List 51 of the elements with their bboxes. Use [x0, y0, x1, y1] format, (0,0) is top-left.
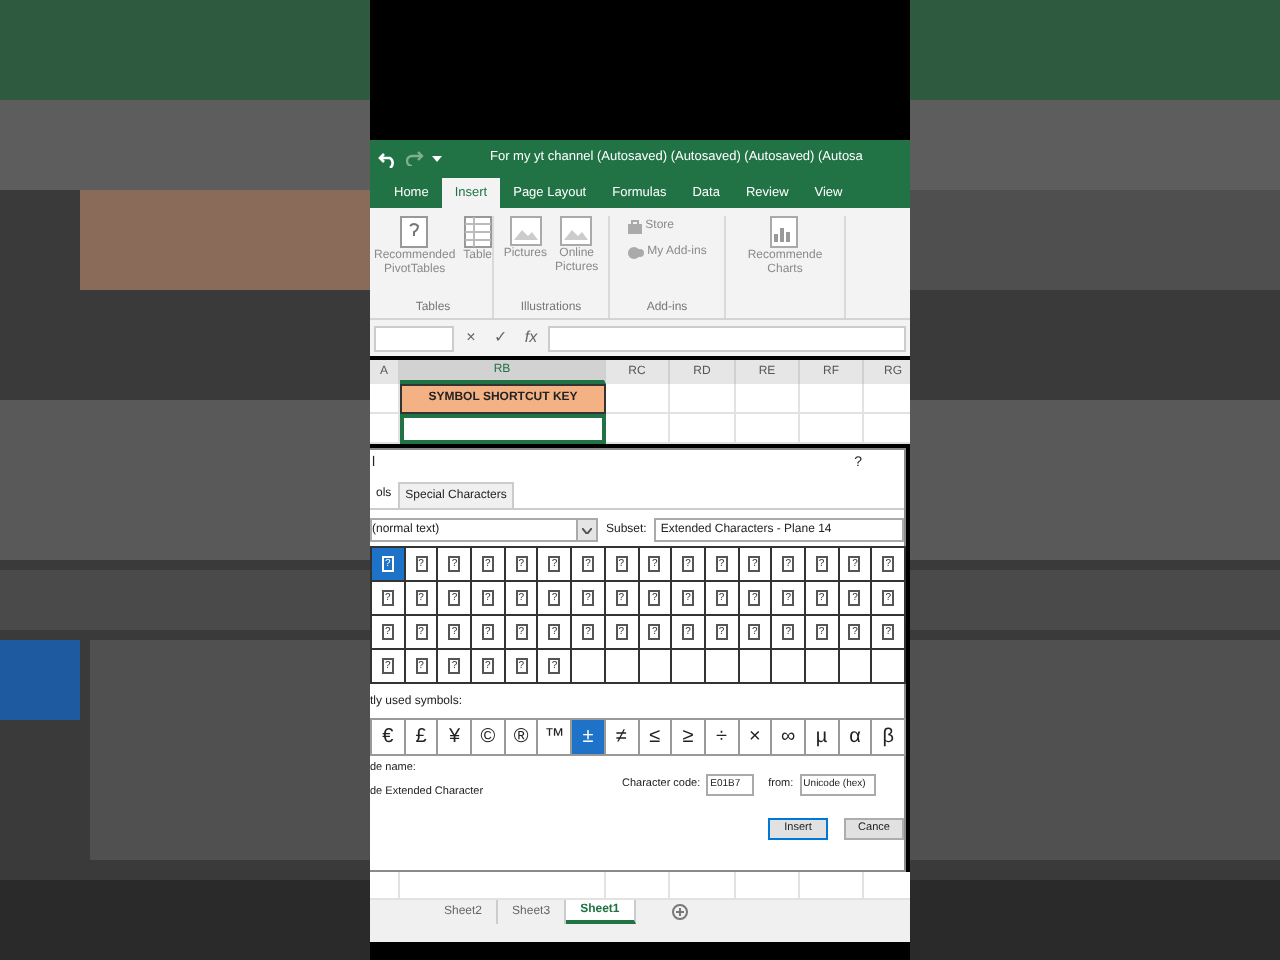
symbol-cell[interactable] [572, 650, 606, 684]
customize-icon[interactable] [432, 153, 442, 163]
formula-button[interactable]: ✓ [488, 326, 514, 350]
symbol-cell[interactable]: ± [572, 718, 606, 756]
grid-cell[interactable] [670, 384, 736, 414]
symbol-cell[interactable]: ¥ [438, 718, 473, 756]
grid-cell[interactable] [736, 384, 800, 414]
symbol-cell[interactable] [805, 650, 840, 684]
symbol-cell[interactable]: ≥ [672, 718, 706, 756]
symbol-cell[interactable] [639, 650, 673, 684]
redo-icon[interactable] [406, 150, 424, 166]
symbol-cell[interactable]: £ [405, 718, 439, 756]
symbol-cell[interactable]: ÷ [705, 718, 740, 756]
grid-cell[interactable] [800, 414, 864, 444]
add-sheet-icon[interactable] [671, 904, 688, 920]
symbol-cell[interactable] [772, 650, 806, 684]
symbol-cell[interactable] [839, 650, 873, 684]
grid-cell[interactable] [370, 414, 400, 444]
symbol-cell[interactable]: × [739, 718, 773, 756]
symbol-cell[interactable]: ® [505, 718, 539, 756]
symbol-cell[interactable]: ™ [538, 718, 573, 756]
symbol-cell[interactable] [705, 650, 740, 684]
grid-cell[interactable] [606, 384, 670, 414]
symbol-cell[interactable] [605, 650, 639, 684]
grid-cell[interactable] [670, 414, 736, 444]
table-icon [463, 216, 492, 248]
symbol-cell[interactable] [739, 650, 773, 684]
pivot-table-icon [400, 216, 429, 248]
symbol-cell[interactable]: β [872, 718, 906, 756]
symbol-cell[interactable]: © [472, 718, 506, 756]
selected-cell[interactable] [400, 414, 606, 444]
chart-icon [770, 216, 799, 248]
symbol-cell[interactable]: ≤ [639, 718, 673, 756]
formula-button[interactable]: fx [518, 326, 544, 350]
name-box[interactable] [374, 325, 454, 351]
formula-button[interactable]: × [458, 326, 484, 350]
grid-cell[interactable] [736, 414, 800, 444]
image-icon [509, 216, 542, 246]
symbol-cell[interactable]: µ [805, 718, 840, 756]
formula-input[interactable] [548, 325, 906, 351]
caret-icon [582, 527, 592, 533]
symbol-cell[interactable]: € [372, 718, 406, 756]
store-icon [627, 220, 642, 234]
grid-cell[interactable] [606, 414, 670, 444]
undo-icon[interactable] [378, 149, 398, 167]
symbol-cell[interactable]: ≠ [605, 718, 639, 756]
grid-cell[interactable] [800, 384, 864, 414]
symbol-cell[interactable] [672, 650, 706, 684]
symbol-cell[interactable]: α [839, 718, 873, 756]
symbol-cell[interactable] [872, 650, 906, 684]
symbol-cell[interactable]: ∞ [772, 718, 806, 756]
